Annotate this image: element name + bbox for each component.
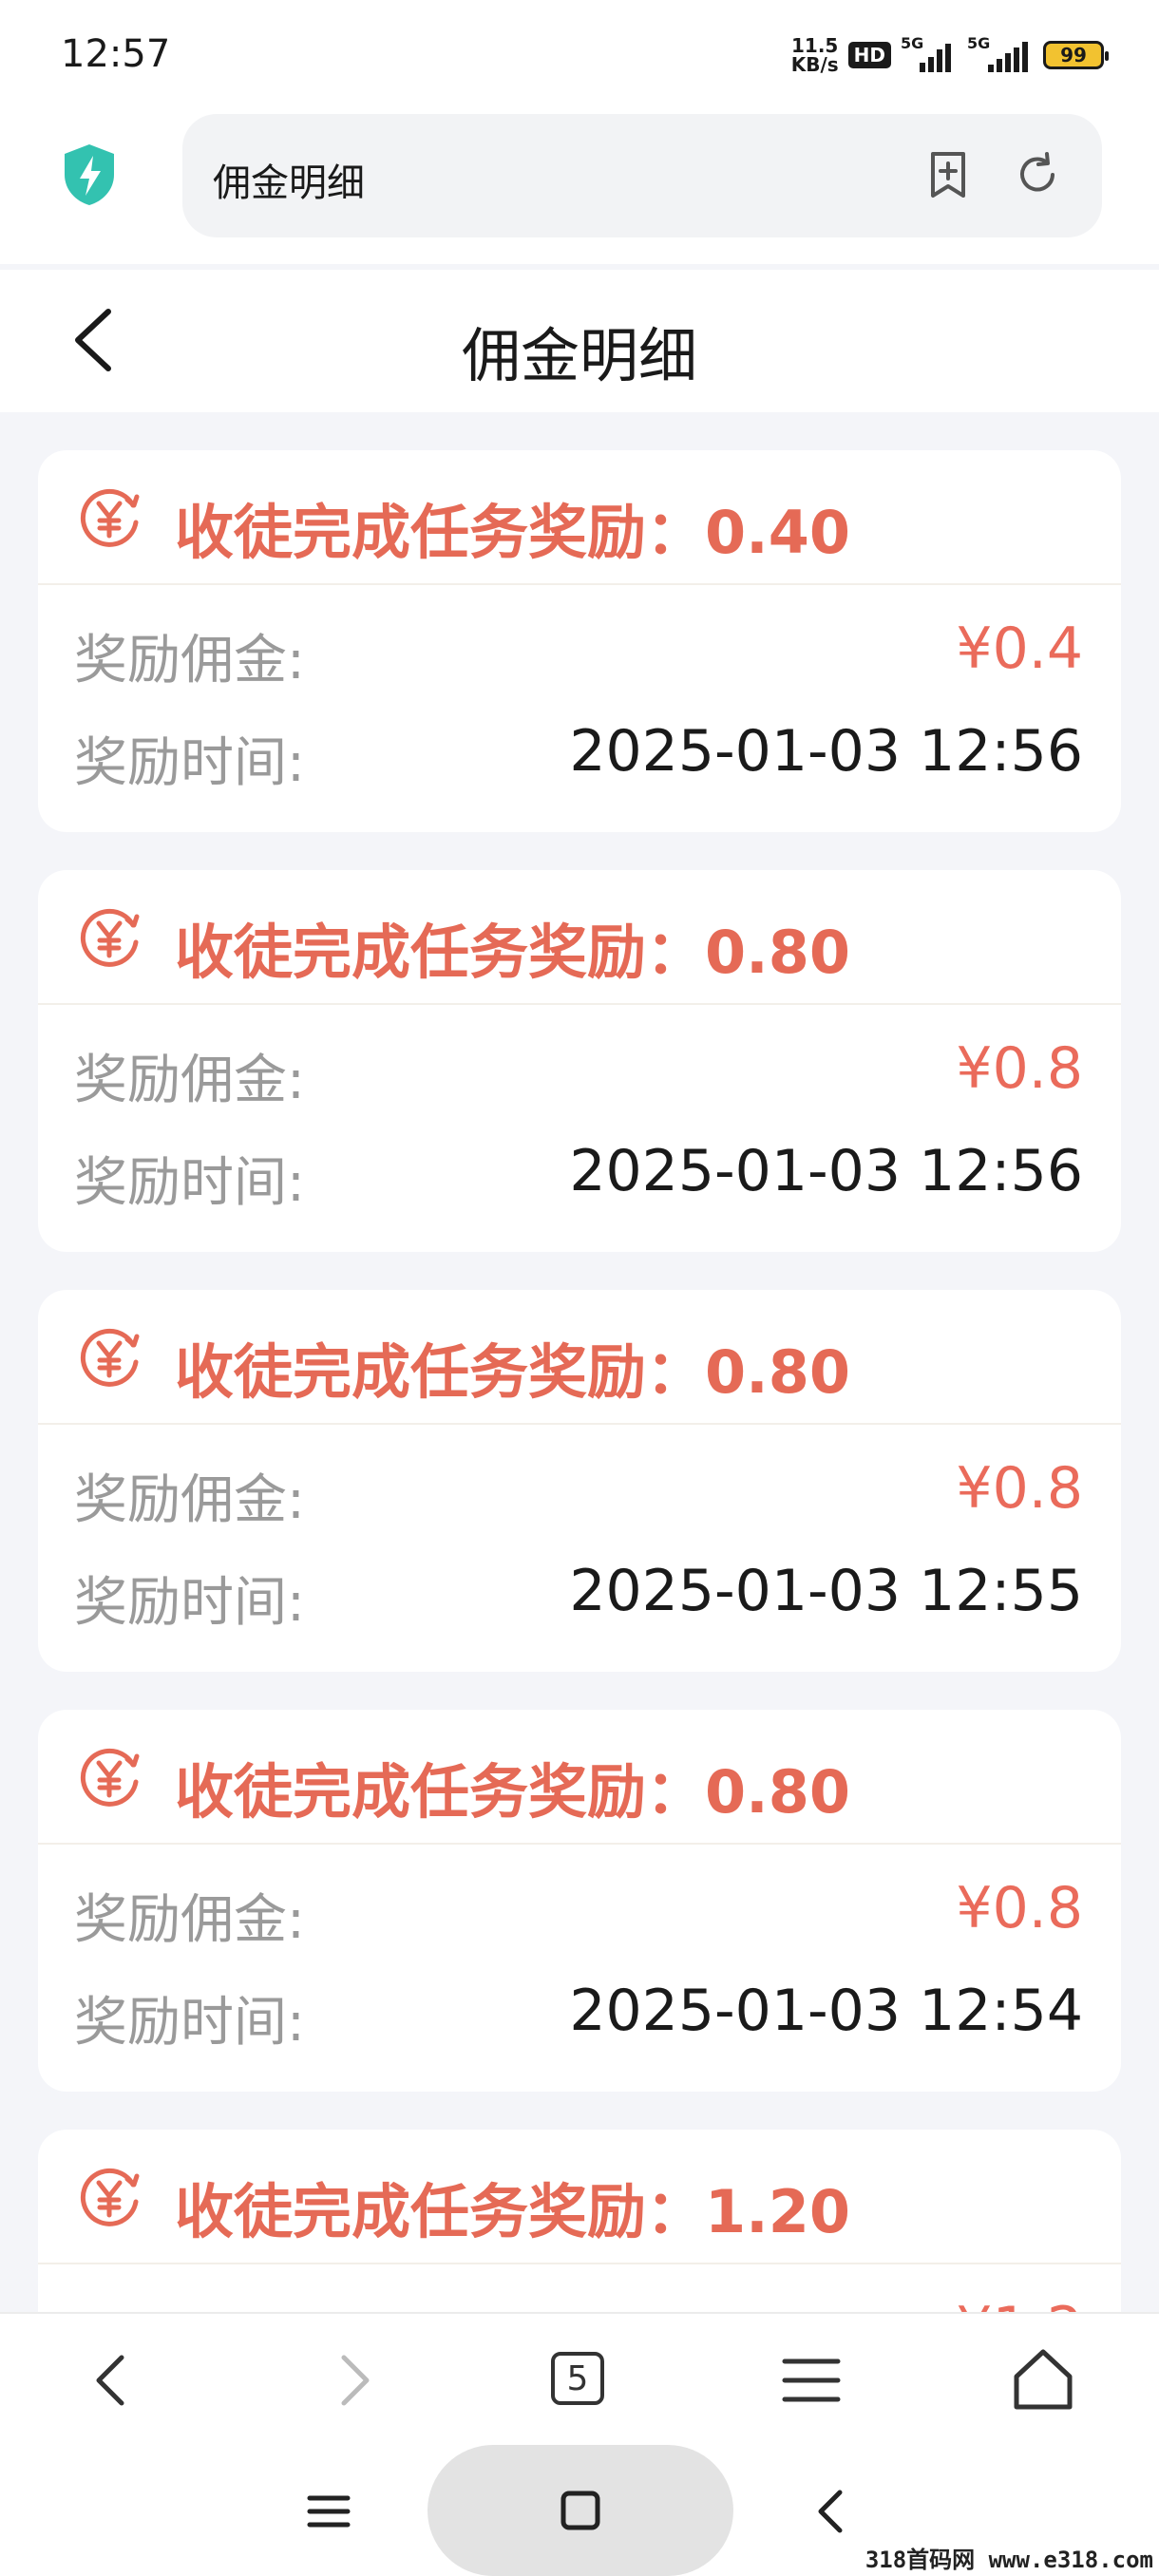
commission-list[interactable]: 收徒完成任务奖励：0.40 奖励佣金: ¥0.4 奖励时间: 2025-01-0…	[38, 450, 1121, 2312]
page-title: 佣金明细	[461, 321, 697, 390]
card-header: 收徒完成任务奖励：0.80	[38, 1290, 1121, 1425]
commission-label: 奖励佣金:	[74, 2297, 305, 2312]
signal-icon-2: 5G	[967, 34, 1034, 72]
commission-card: 收徒完成任务奖励：0.80 奖励佣金: ¥0.8 奖励时间: 2025-01-0…	[38, 1710, 1121, 2092]
yuan-coin-icon	[80, 908, 140, 967]
commission-card: 收徒完成任务奖励：0.80 奖励佣金: ¥0.8 奖励时间: 2025-01-0…	[38, 870, 1121, 1252]
commission-value: ¥0.8	[956, 1875, 1083, 1941]
home-icon[interactable]	[1005, 2342, 1081, 2418]
system-nav-bar: 318首码网 www.e318.com	[0, 2445, 1159, 2576]
yuan-coin-icon	[80, 2168, 140, 2226]
commission-label: 奖励佣金:	[74, 630, 305, 691]
time-value: 2025-01-03 12:55	[569, 1558, 1083, 1624]
browser-bottom-nav: 5	[0, 2312, 1159, 2447]
refresh-icon[interactable]	[1009, 146, 1066, 203]
yuan-coin-icon	[80, 1328, 140, 1387]
shield-icon[interactable]	[61, 142, 118, 207]
commission-card: 收徒完成任务奖励：1.20 奖励佣金: ¥1.2	[38, 2130, 1121, 2312]
commission-value: ¥0.8	[956, 1035, 1083, 1102]
status-bar: 12:57 11.5 KB/s HD 5G 5G 99	[0, 0, 1159, 106]
commission-value: ¥0.8	[956, 1455, 1083, 1522]
page-header: 佣金明细	[0, 270, 1159, 412]
time-value: 2025-01-03 12:56	[569, 1138, 1083, 1204]
commission-card: 收徒完成任务奖励：0.80 奖励佣金: ¥0.8 奖励时间: 2025-01-0…	[38, 1290, 1121, 1672]
card-header: 收徒完成任务奖励：0.40	[38, 450, 1121, 585]
time-label: 奖励时间:	[74, 732, 305, 794]
menu-icon[interactable]	[773, 2342, 849, 2418]
watermark: 318首码网 www.e318.com	[864, 2547, 1153, 2573]
card-title: 收徒完成任务奖励：0.80	[175, 1337, 850, 1407]
signal-icon: 5G	[901, 34, 958, 72]
card-header: 收徒完成任务奖励：0.80	[38, 1710, 1121, 1845]
browser-bar: 佣金明细	[0, 106, 1159, 264]
commission-value: ¥1.2	[956, 2295, 1083, 2312]
recent-apps-icon[interactable]	[300, 2483, 357, 2540]
card-title: 收徒完成任务奖励：0.80	[175, 918, 850, 987]
battery-icon: 99	[1043, 41, 1109, 69]
yuan-coin-icon	[80, 488, 140, 547]
commission-card: 收徒完成任务奖励：0.40 奖励佣金: ¥0.4 奖励时间: 2025-01-0…	[38, 450, 1121, 832]
time-value: 2025-01-03 12:54	[569, 1978, 1083, 2044]
time-label: 奖励时间:	[74, 1992, 305, 2054]
time-label: 奖励时间:	[74, 1572, 305, 1634]
hd-icon: HD	[847, 42, 891, 68]
status-icons: 11.5 KB/s HD 5G 5G 99	[790, 34, 1109, 76]
system-home-icon[interactable]	[552, 2482, 609, 2539]
tabs-button[interactable]: 5	[551, 2352, 604, 2405]
url-title: 佣金明细	[213, 161, 365, 205]
nav-forward-button[interactable]	[314, 2342, 390, 2418]
card-title: 收徒完成任务奖励：0.80	[175, 1757, 850, 1827]
address-bar[interactable]: 佣金明细	[182, 114, 1102, 237]
commission-label: 奖励佣金:	[74, 1050, 305, 1111]
add-bookmark-icon[interactable]	[920, 146, 977, 203]
commission-value: ¥0.4	[956, 616, 1083, 682]
status-time: 12:57	[61, 32, 171, 76]
system-back-icon[interactable]	[804, 2483, 861, 2540]
card-title: 收徒完成任务奖励：0.40	[175, 498, 850, 567]
card-header: 收徒完成任务奖励：1.20	[38, 2130, 1121, 2264]
time-label: 奖励时间:	[74, 1152, 305, 1214]
card-header: 收徒完成任务奖励：0.80	[38, 870, 1121, 1005]
yuan-coin-icon	[80, 1748, 140, 1807]
time-value: 2025-01-03 12:56	[569, 718, 1083, 785]
commission-label: 奖励佣金:	[74, 1469, 305, 1531]
nav-back-button[interactable]	[76, 2342, 152, 2418]
network-speed: 11.5 KB/s	[790, 34, 839, 76]
card-title: 收徒完成任务奖励：1.20	[175, 2177, 850, 2246]
home-pill[interactable]	[428, 2445, 733, 2576]
commission-label: 奖励佣金:	[74, 1889, 305, 1951]
